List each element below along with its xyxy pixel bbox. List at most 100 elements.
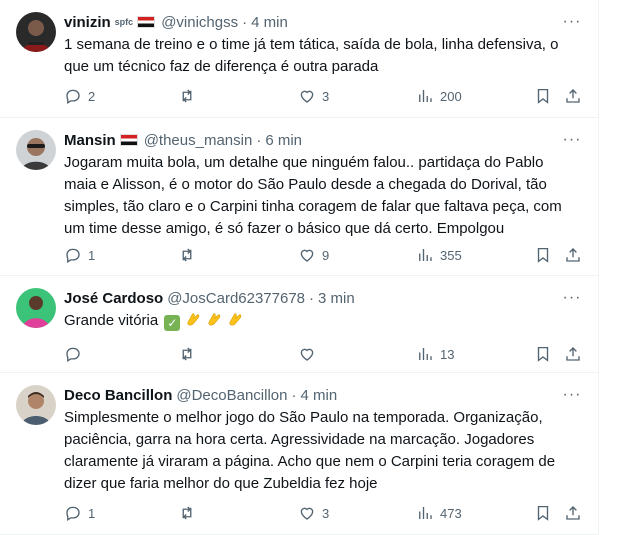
bookmark-button[interactable] — [534, 86, 552, 106]
tweet-text: Simplesmente o melhor jogo do São Paulo … — [64, 409, 556, 492]
share-icon — [566, 248, 580, 262]
separator: · — [291, 386, 297, 404]
views-icon — [419, 90, 432, 102]
view-count: 355 — [440, 247, 462, 263]
tweet-actions: 1 3 473 — [64, 503, 582, 523]
views-button[interactable]: 13 — [416, 344, 454, 364]
reply-count: 1 — [88, 505, 96, 521]
retweet-button[interactable] — [178, 86, 202, 106]
reply-count: 1 — [88, 247, 96, 263]
spfc-flag-icon — [137, 16, 156, 28]
reply-button[interactable]: 1 — [64, 503, 95, 523]
views-icon — [419, 348, 432, 360]
share-icon — [566, 347, 580, 361]
display-name[interactable]: José Cardoso — [64, 290, 163, 307]
reply-icon — [66, 248, 80, 263]
tweet-header: Mansin @theus_mansin · 6 min ··· — [64, 130, 582, 150]
reply-button[interactable] — [64, 344, 88, 364]
display-name[interactable]: Deco Bancillon — [64, 387, 172, 404]
like-icon — [300, 348, 314, 361]
timestamp[interactable]: 3 min — [318, 290, 355, 307]
retweet-button[interactable] — [178, 245, 202, 265]
bookmark-icon — [537, 346, 549, 362]
view-count: 473 — [440, 505, 462, 521]
tweet-text-container: Grande vitória ✓ — [64, 310, 564, 332]
separator: · — [242, 13, 248, 31]
bookmark-button[interactable] — [534, 245, 552, 265]
views-button[interactable]: 473 — [416, 503, 462, 523]
like-count: 9 — [322, 247, 330, 263]
tweet-actions: 2 3 200 — [64, 86, 582, 106]
views-icon — [419, 507, 432, 519]
user-handle[interactable]: @vinichgss — [161, 14, 238, 31]
bookmark-icon — [537, 247, 549, 263]
tweet[interactable]: vinizin spfc @vinichgss · 4 min ··· 1 se… — [0, 0, 598, 118]
tweet-actions: 1 9 355 — [64, 245, 582, 265]
tweet-header: vinizin spfc @vinichgss · 4 min ··· — [64, 12, 582, 32]
bookmark-icon — [537, 505, 549, 521]
reply-button[interactable]: 1 — [64, 245, 95, 265]
like-button[interactable] — [298, 344, 322, 364]
retweet-icon — [182, 89, 192, 103]
avatar[interactable] — [16, 12, 56, 52]
share-button[interactable] — [564, 245, 582, 265]
view-count: 13 — [440, 346, 455, 362]
views-icon — [419, 249, 432, 261]
timestamp[interactable]: 4 min — [251, 14, 288, 31]
clap-emoji-icon — [186, 313, 199, 326]
timeline-feed: vinizin spfc @vinichgss · 4 min ··· 1 se… — [0, 0, 599, 535]
bookmark-button[interactable] — [534, 503, 552, 523]
separator: · — [256, 131, 262, 149]
bookmark-button[interactable] — [534, 344, 552, 364]
reply-icon — [66, 89, 80, 104]
avatar[interactable] — [16, 288, 56, 328]
user-badge: spfc — [114, 17, 134, 27]
like-icon — [300, 507, 314, 520]
like-icon — [300, 249, 314, 262]
avatar[interactable] — [16, 385, 56, 425]
tweet-text: 1 semana de treino e o time já tem tátic… — [64, 36, 559, 75]
tweet-actions: 13 — [64, 344, 582, 364]
clap-emoji-icon — [229, 313, 242, 326]
more-icon[interactable]: ··· — [562, 288, 582, 308]
like-button[interactable]: 9 — [298, 245, 329, 265]
user-handle[interactable]: @theus_mansin — [144, 132, 253, 149]
check-emoji-icon: ✓ — [164, 315, 181, 331]
retweet-icon — [182, 506, 192, 520]
views-button[interactable]: 355 — [416, 245, 462, 265]
like-icon — [300, 90, 314, 103]
share-button[interactable] — [564, 503, 582, 523]
tweet[interactable]: Deco Bancillon @DecoBancillon · 4 min ··… — [0, 373, 598, 535]
user-handle[interactable]: @DecoBancillon — [176, 387, 287, 404]
timestamp[interactable]: 6 min — [265, 132, 302, 149]
more-icon[interactable]: ··· — [562, 130, 582, 150]
share-button[interactable] — [564, 344, 582, 364]
retweet-icon — [182, 248, 192, 262]
like-button[interactable]: 3 — [298, 86, 329, 106]
clap-emoji-icon — [208, 313, 220, 326]
tweet[interactable]: Mansin @theus_mansin · 6 min ··· Jogaram… — [0, 118, 598, 276]
more-icon[interactable]: ··· — [562, 12, 582, 32]
display-name[interactable]: vinizin — [64, 14, 111, 31]
avatar[interactable] — [16, 130, 56, 170]
tweet-text: Grande vitória — [64, 312, 159, 329]
like-button[interactable]: 3 — [298, 503, 329, 523]
like-count: 3 — [322, 88, 330, 104]
reply-count: 2 — [88, 88, 96, 104]
like-count: 3 — [322, 505, 330, 521]
share-icon — [566, 506, 580, 520]
reply-button[interactable]: 2 — [64, 86, 95, 106]
timestamp[interactable]: 4 min — [300, 387, 337, 404]
tweet[interactable]: José Cardoso @JosCard62377678 · 3 min ··… — [0, 276, 598, 373]
share-button[interactable] — [564, 86, 582, 106]
more-icon[interactable]: ··· — [562, 385, 582, 405]
user-handle[interactable]: @JosCard62377678 — [167, 290, 305, 307]
reply-icon — [66, 347, 80, 362]
spfc-flag-icon — [119, 134, 138, 146]
retweet-button[interactable] — [178, 344, 202, 364]
retweet-icon — [182, 347, 192, 361]
retweet-button[interactable] — [178, 503, 202, 523]
display-name[interactable]: Mansin — [64, 132, 116, 149]
views-button[interactable]: 200 — [416, 86, 462, 106]
reply-icon — [66, 506, 80, 521]
